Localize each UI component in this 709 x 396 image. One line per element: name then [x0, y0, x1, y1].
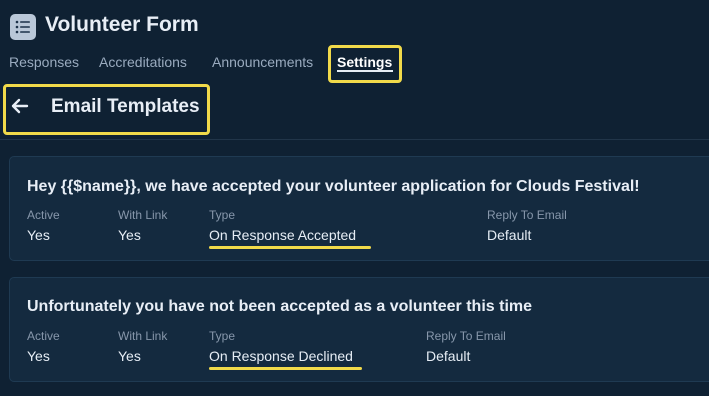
reply-to-value: Default	[487, 227, 532, 243]
app-title: Volunteer Form	[45, 13, 199, 36]
email-template-card[interactable]: Hey {{$name}}, we have accepted your vol…	[9, 156, 709, 261]
type-value: On Response Accepted	[209, 227, 357, 243]
type-value-highlight	[209, 367, 362, 370]
type-label: Type	[209, 208, 236, 222]
tab-announcements[interactable]: Announcements	[212, 54, 313, 70]
reply-to-value: Default	[426, 348, 471, 364]
email-template-card[interactable]: Unfortunately you have not been accepted…	[9, 277, 709, 382]
active-value: Yes	[27, 348, 50, 364]
with-link-value: Yes	[118, 227, 141, 243]
active-value: Yes	[27, 227, 50, 243]
active-tab-underline	[337, 70, 393, 72]
app-header: Volunteer Form Responses Accreditations …	[0, 0, 709, 88]
active-label: Active	[27, 329, 60, 343]
tab-accreditations[interactable]: Accreditations	[99, 54, 187, 70]
arrow-left-icon[interactable]	[10, 96, 30, 116]
type-label: Type	[209, 329, 236, 343]
with-link-label: With Link	[118, 208, 168, 222]
reply-to-label: Reply To Email	[426, 329, 506, 343]
active-label: Active	[27, 208, 60, 222]
page-title: Email Templates	[51, 96, 200, 117]
tab-settings[interactable]: Settings	[337, 54, 392, 70]
tab-bar: Responses Accreditations Announcements S…	[0, 48, 709, 80]
with-link-label: With Link	[118, 329, 168, 343]
with-link-value: Yes	[118, 348, 141, 364]
type-value-highlight	[209, 246, 371, 249]
list-icon	[10, 14, 36, 40]
template-title: Hey {{$name}}, we have accepted your vol…	[27, 178, 640, 195]
reply-to-label: Reply To Email	[487, 208, 567, 222]
type-value: On Response Declined	[209, 348, 353, 364]
tab-responses[interactable]: Responses	[9, 54, 79, 70]
template-title: Unfortunately you have not been accepted…	[27, 298, 533, 315]
